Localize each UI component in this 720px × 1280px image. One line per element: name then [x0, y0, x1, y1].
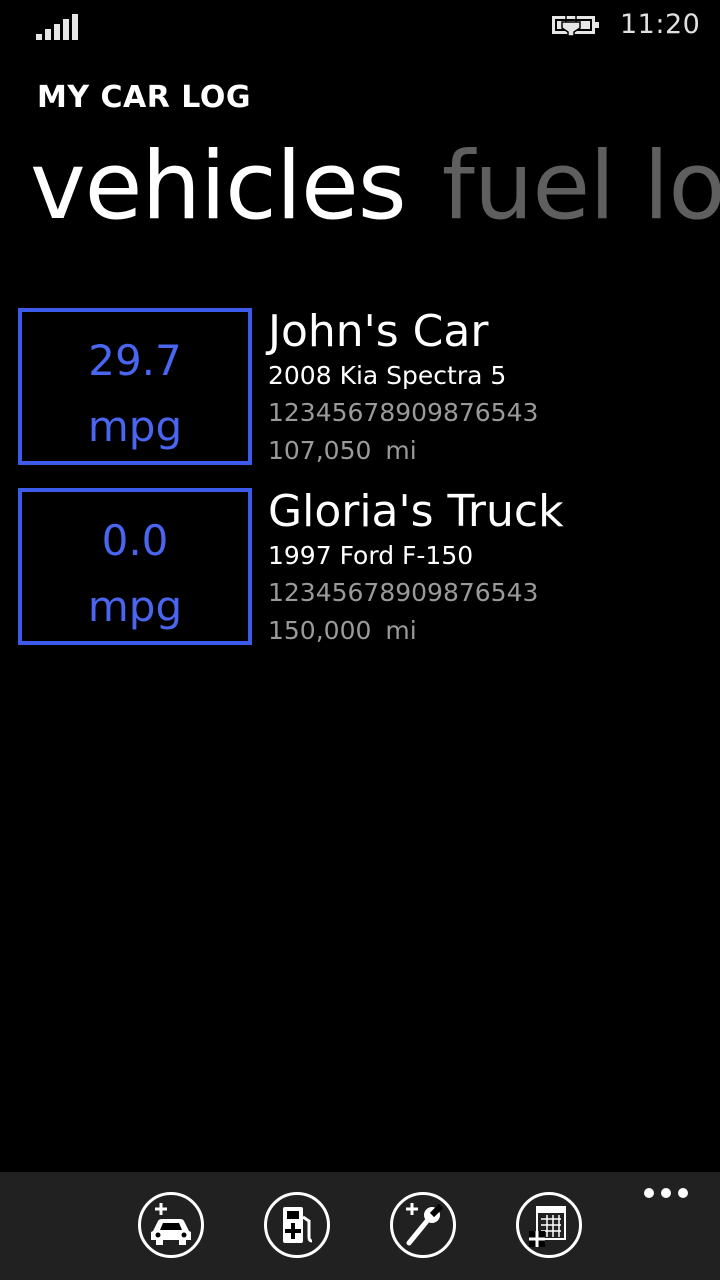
signal-strength-icon: [36, 12, 80, 40]
status-bar: 11:20: [0, 0, 720, 50]
pivot-tab-fuel-log[interactable]: fuel log: [442, 132, 720, 241]
clock: 11:20: [620, 9, 701, 40]
vehicle-vin: 12345678909876543: [268, 398, 539, 427]
pivot-tab-vehicles[interactable]: vehicles: [30, 132, 407, 241]
battery-charging-icon: [552, 14, 599, 36]
odometer-unit: mi: [385, 616, 417, 645]
add-service-button[interactable]: [390, 1192, 456, 1258]
add-event-button[interactable]: [516, 1192, 582, 1258]
vehicle-info: John's Car 2008 Kia Spectra 5 1234567890…: [268, 306, 538, 470]
mpg-unit: mpg: [87, 402, 183, 451]
phone-screen: 11:20 MY CAR LOG vehicles fuel log 29.7 m…: [0, 0, 720, 1280]
odometer-value: 150,000: [268, 616, 372, 645]
app-title: MY CAR LOG: [37, 80, 251, 115]
mpg-tile: 0.0 mpg: [18, 488, 252, 645]
add-fuel-icon: [283, 1207, 313, 1243]
add-event-icon: [529, 1206, 566, 1247]
vehicle-odometer: 150,000 mi: [268, 612, 564, 650]
vehicle-vin: 12345678909876543: [268, 578, 539, 607]
pivot-header: vehicles fuel log: [30, 132, 720, 242]
odometer-unit: mi: [385, 436, 417, 465]
add-vehicle-button[interactable]: [138, 1192, 204, 1258]
add-service-icon: [406, 1203, 444, 1246]
vehicle-info: Gloria's Truck 1997 Ford F-150 123456789…: [268, 486, 564, 650]
app-bar: [0, 1172, 720, 1280]
vehicle-model: 2008 Kia Spectra 5: [268, 361, 507, 390]
vehicle-model: 1997 Ford F-150: [268, 541, 474, 570]
mpg-value: 0.0: [101, 516, 169, 565]
vehicle-odometer: 107,050 mi: [268, 432, 538, 470]
mpg-value: 29.7: [88, 336, 182, 385]
add-vehicle-icon: [151, 1203, 191, 1245]
vehicle-name: Gloria's Truck: [268, 486, 564, 537]
add-fuel-button[interactable]: [264, 1192, 330, 1258]
vehicle-list-item[interactable]: 0.0 mpg Gloria's Truck 1997 Ford F-150 1…: [18, 486, 718, 650]
vehicle-name: John's Car: [268, 306, 489, 357]
mpg-tile: 29.7 mpg: [18, 308, 252, 465]
odometer-value: 107,050: [268, 436, 372, 465]
vehicle-list-item[interactable]: 29.7 mpg John's Car 2008 Kia Spectra 5 1…: [18, 306, 718, 470]
mpg-unit: mpg: [87, 582, 183, 631]
more-ellipsis-icon[interactable]: [642, 1188, 690, 1200]
